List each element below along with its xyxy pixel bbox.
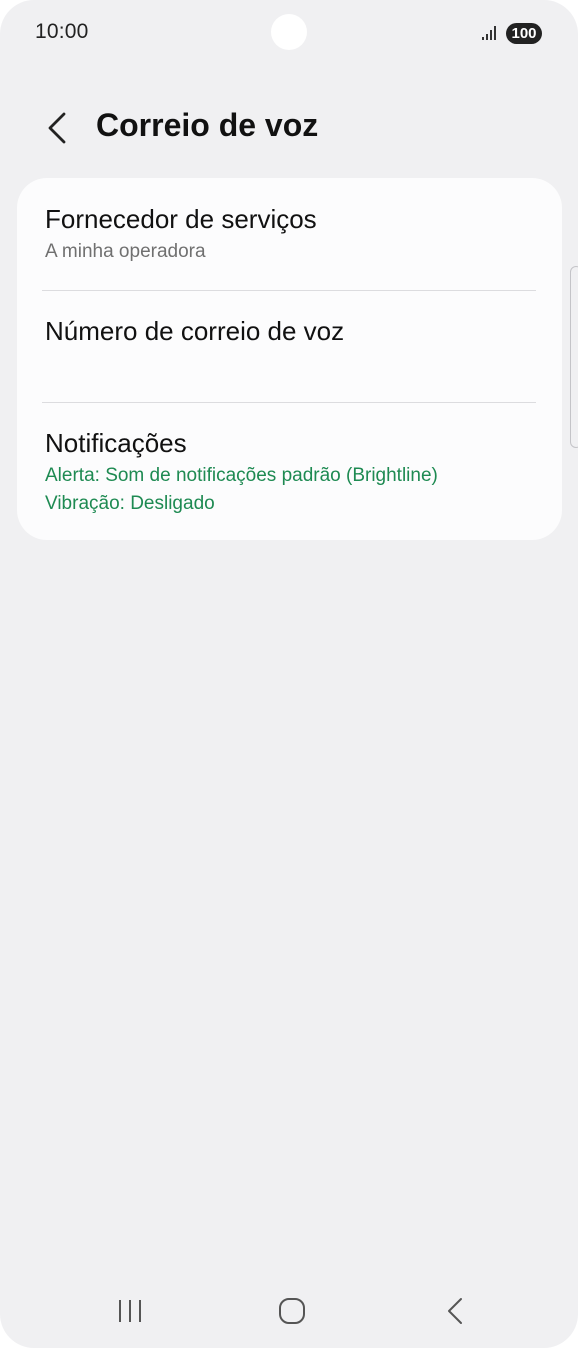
battery-level: 100 [506,23,542,44]
notifications-vibration-value: Vibração: Desligado [45,493,215,514]
service-provider-item[interactable]: Fornecedor de serviços A minha operadora [17,178,562,290]
home-button[interactable] [262,1288,322,1334]
back-button[interactable] [38,106,74,150]
settings-card: Fornecedor de serviços A minha operadora… [17,178,562,540]
nav-back-button[interactable] [424,1288,484,1334]
voicemail-number-item[interactable]: Número de correio de voz [17,291,562,402]
back-icon [448,1298,462,1324]
page-title: Correio de voz [96,107,319,143]
camera-cutout [271,14,307,50]
scroll-indicator[interactable] [570,266,578,448]
signal-bars-icon [482,26,496,40]
recents-button[interactable] [100,1288,160,1334]
service-provider-value: A minha operadora [45,241,206,262]
status-time: 10:00 [35,20,89,43]
notifications-alert-value: Alerta: Som de notificações padrão (Brig… [45,465,438,486]
notifications-item[interactable]: Notificações Alerta: Som de notificações… [17,403,562,540]
home-icon [279,1298,305,1324]
recents-icon [119,1300,141,1322]
service-provider-title: Fornecedor de serviços [45,204,317,234]
voicemail-settings-screen: 10:00 100 Correio de voz Fornecedor de s… [0,0,578,1348]
notifications-title: Notificações [45,428,187,458]
voicemail-number-title: Número de correio de voz [45,316,345,346]
chevron-left-icon [48,112,66,144]
